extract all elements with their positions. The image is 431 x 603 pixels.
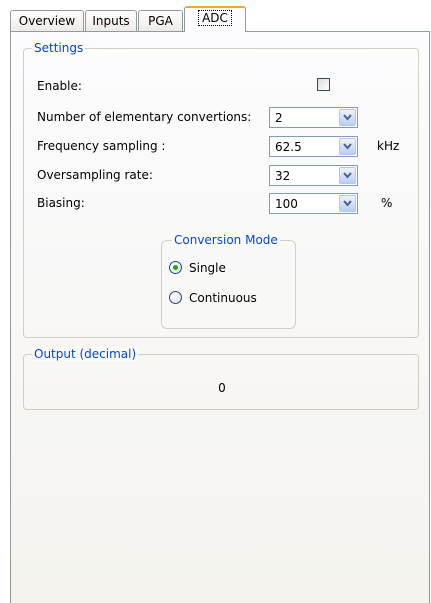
enable-checkbox[interactable]: [317, 78, 330, 91]
tab-overview[interactable]: Overview: [10, 10, 84, 31]
radio-selected-dot: [173, 265, 178, 270]
elementary-conversions-dropdown-button[interactable]: [339, 109, 356, 126]
frequency-sampling-select[interactable]: 62.5: [269, 136, 358, 157]
output-group: Output (decimal) 0: [23, 347, 419, 410]
biasing-dropdown-button[interactable]: [339, 195, 356, 212]
oversampling-rate-value: 32: [275, 169, 291, 183]
single-radio-label: Single: [189, 261, 226, 275]
single-radio[interactable]: [169, 261, 182, 274]
frequency-unit: kHz: [377, 139, 400, 153]
elementary-conversions-value: 2: [275, 111, 283, 125]
biasing-unit: %: [381, 196, 393, 210]
frequency-sampling-value: 62.5: [275, 140, 302, 154]
oversampling-rate-dropdown-button[interactable]: [339, 167, 356, 184]
tab-inputs[interactable]: Inputs: [85, 10, 137, 31]
settings-group-title: Settings: [32, 41, 86, 55]
single-radio-option[interactable]: Single: [169, 260, 279, 276]
frequency-sampling-dropdown-button[interactable]: [339, 138, 356, 155]
chevron-down-icon: [343, 114, 352, 121]
conversion-mode-group: Conversion Mode Single Continuous: [161, 233, 296, 329]
tab-adc-label: ADC: [198, 10, 232, 26]
chevron-down-icon: [343, 143, 352, 150]
continuous-radio[interactable]: [169, 291, 182, 304]
chevron-down-icon: [343, 172, 352, 179]
output-value: 0: [218, 381, 226, 395]
enable-label: Enable:: [37, 79, 82, 93]
tab-adc[interactable]: ADC: [184, 6, 246, 32]
oversampling-rate-select[interactable]: 32: [269, 165, 358, 186]
tab-pga-label: PGA: [148, 14, 173, 28]
tab-inputs-label: Inputs: [92, 14, 130, 28]
biasing-select[interactable]: 100: [269, 193, 358, 214]
biasing-label: Biasing:: [37, 196, 85, 210]
adc-tab-panel: Settings Enable: Number of elementary co…: [10, 31, 430, 603]
elementary-conversions-label: Number of elementary convertions:: [37, 110, 252, 124]
settings-group: Settings Enable: Number of elementary co…: [23, 41, 419, 338]
elementary-conversions-select[interactable]: 2: [269, 107, 358, 128]
oversampling-rate-label: Oversampling rate:: [37, 168, 153, 182]
continuous-radio-option[interactable]: Continuous: [169, 290, 284, 306]
tab-overview-label: Overview: [18, 14, 76, 28]
biasing-value: 100: [275, 197, 298, 211]
conversion-mode-title: Conversion Mode: [172, 233, 280, 247]
chevron-down-icon: [343, 200, 352, 207]
output-group-title: Output (decimal): [32, 347, 139, 361]
continuous-radio-label: Continuous: [189, 291, 257, 305]
tab-pga[interactable]: PGA: [138, 10, 183, 31]
frequency-sampling-label: Frequency sampling :: [37, 139, 166, 153]
